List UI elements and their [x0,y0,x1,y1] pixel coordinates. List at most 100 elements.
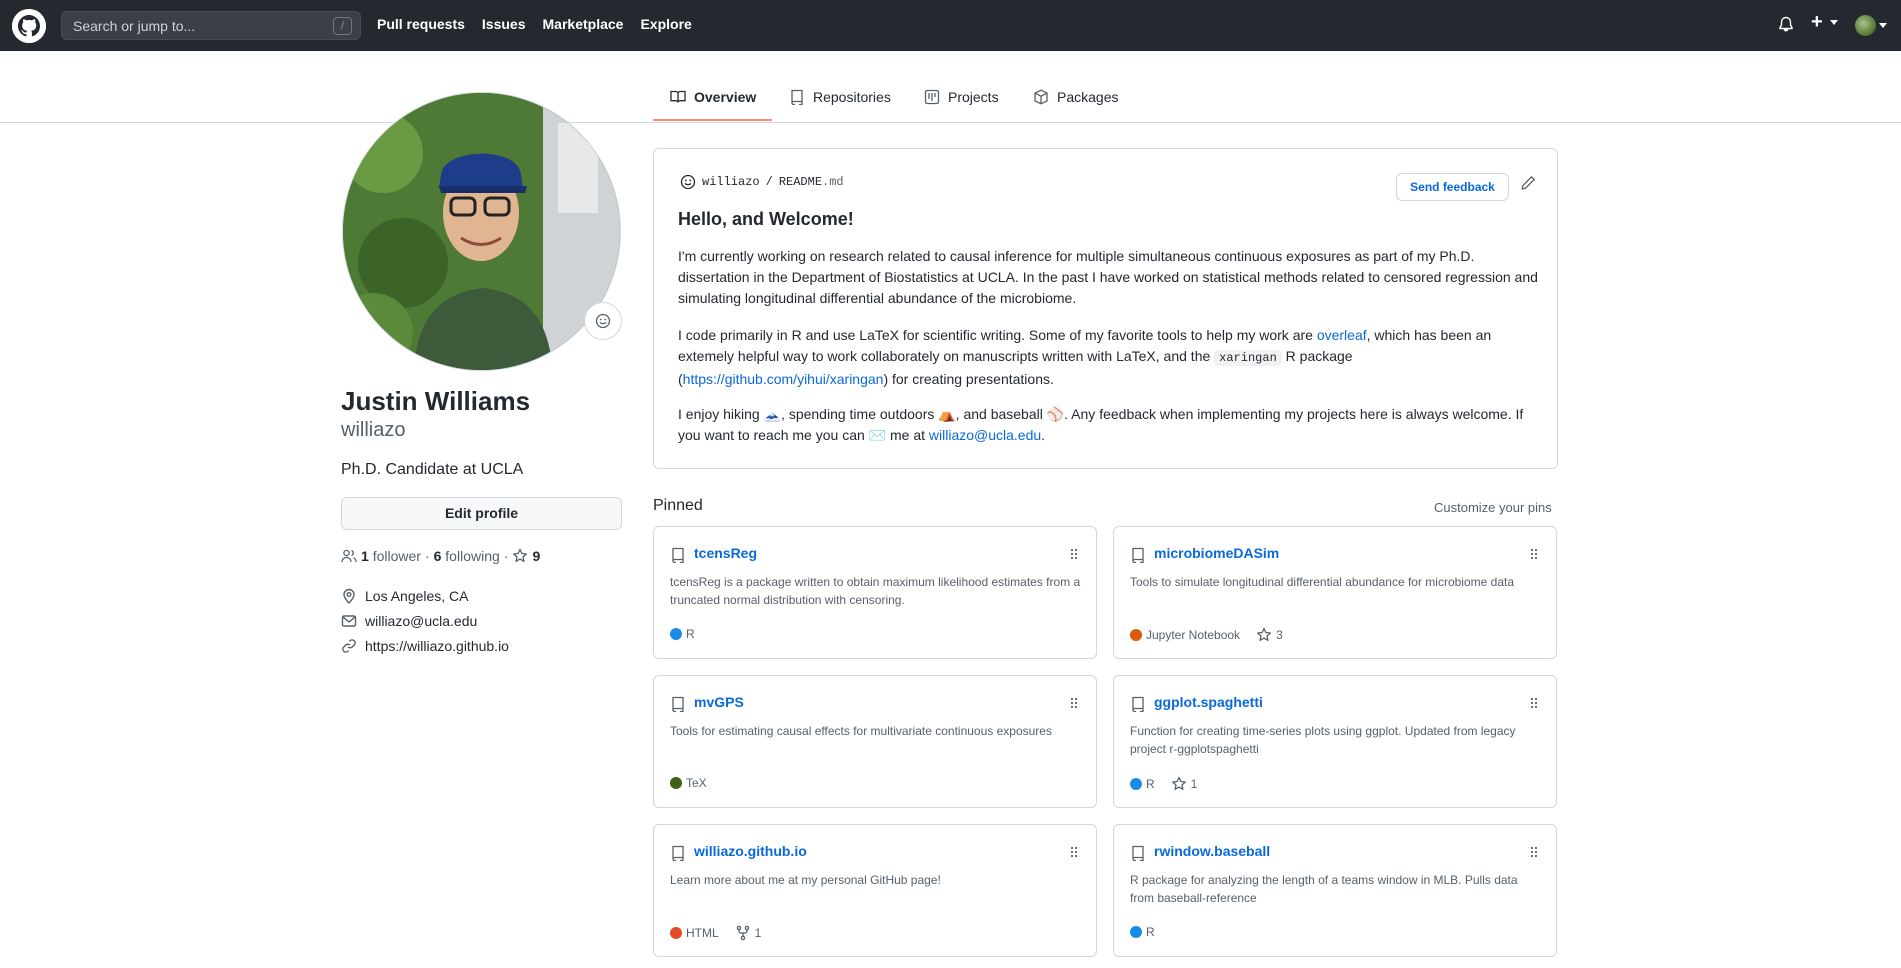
star-icon [513,548,528,562]
repo-name-link[interactable]: mvGPS [694,694,744,710]
repo-language: HTML [670,926,719,940]
repo-name-link[interactable]: tcensReg [694,545,757,561]
github-logo-icon[interactable] [12,9,46,43]
customize-pins-link[interactable]: Customize your pins [1434,500,1552,515]
stars-link[interactable]: 9 [512,548,540,564]
edit-profile-button[interactable]: Edit profile [341,497,622,530]
project-icon [924,89,940,105]
email-text: williazo@ucla.edu [365,613,478,629]
pinned-repo-card[interactable]: rwindow.baseball R package for analyzing… [1113,824,1557,957]
repo-name-link[interactable]: microbiomeDASim [1154,545,1279,561]
repo-meta: R [1130,925,1155,939]
followers-link[interactable]: 1 follower [361,548,421,564]
book-icon [670,90,686,103]
following-link[interactable]: 6 following [434,548,500,564]
tab-packages[interactable]: Packages [1033,89,1118,105]
set-status-button[interactable] [584,302,622,340]
drag-handle-grip-icon[interactable] [1070,845,1078,859]
nav-explore[interactable]: Explore [640,16,691,32]
follow-stats: 1 follower · 6 following · 9 [341,548,540,564]
notifications-bell-icon[interactable] [1778,16,1794,36]
profile-website[interactable]: https://williazo.github.io [341,638,509,654]
send-feedback-button[interactable]: Send feedback [1396,173,1509,201]
drag-handle-grip-icon[interactable] [1070,547,1078,561]
readme-heading: Hello, and Welcome! [678,209,854,229]
pinned-repo-card[interactable]: tcensReg tcensReg is a package written t… [653,526,1097,659]
mail-icon [341,615,357,627]
nav-pull-requests[interactable]: Pull requests [377,16,465,32]
repo-name-link[interactable]: williazo.github.io [694,843,807,859]
nav-issues[interactable]: Issues [482,16,526,32]
repo-icon [672,845,684,861]
dot-separator: · [424,548,430,564]
repo-stars-link[interactable]: 1 [1171,776,1198,792]
smiley-icon [680,174,696,190]
drag-handle-grip-icon[interactable] [1530,845,1538,859]
following-count: 6 [433,548,442,564]
repo-icon [1132,547,1144,563]
pinned-repo-card[interactable]: williazo.github.io Learn more about me a… [653,824,1097,957]
language-name: HTML [686,926,719,940]
profile-email[interactable]: williazo@ucla.edu [341,613,477,629]
profile-avatar[interactable] [342,92,621,371]
drag-handle-grip-icon[interactable] [1530,696,1538,710]
nav-marketplace[interactable]: Marketplace [543,16,624,32]
repo-icon [791,89,803,105]
global-nav: Pull requests Issues Marketplace Explore [377,16,692,32]
repo-stars-count: 1 [1190,777,1198,791]
language-name: R [686,627,695,641]
repo-icon [1132,845,1144,861]
readme-path: williazo / README.md [680,174,844,190]
language-color-dot [1130,778,1142,790]
location-pin-icon [343,588,355,604]
package-icon [1034,89,1048,105]
readme-paragraph-research: I'm currently working on research relate… [678,248,1538,306]
stars-count: 9 [532,548,541,564]
overleaf-link[interactable]: overleaf [1317,327,1367,343]
followers-label: follower [372,548,421,564]
repo-description: Tools for estimating causal effects for … [670,724,1052,738]
repo-forks-link[interactable]: 1 [735,925,761,941]
xaringan-link[interactable]: https://github.com/yihui/xaringan [683,371,884,387]
xaringan-code: xaringan [1214,350,1282,366]
tab-repositories[interactable]: Repositories [789,89,891,105]
drag-handle-grip-icon[interactable] [1070,696,1078,710]
readme-email-link[interactable]: williazo@ucla.edu [929,427,1041,443]
search-placeholder: Search or jump to... [73,18,196,34]
pinned-repo-card[interactable]: mvGPS Tools for estimating causal effect… [653,675,1097,808]
repo-description: Learn more about me at my personal GitHu… [670,873,941,887]
repo-stars-link[interactable]: 3 [1256,627,1283,643]
user-menu-avatar[interactable] [1855,15,1876,36]
pinned-repo-card[interactable]: microbiomeDASim Tools to simulate longit… [1113,526,1557,659]
repo-name-link[interactable]: rwindow.baseball [1154,843,1270,859]
search-input[interactable]: Search or jump to... / [61,11,361,40]
repo-meta: R1 [1130,776,1197,792]
repo-name-link[interactable]: ggplot.spaghetti [1154,694,1263,710]
fork-icon [736,925,749,941]
profile-full-name: Justin Williams [341,386,531,416]
location-text: Los Angeles, CA [365,588,469,604]
star-icon [1257,627,1272,641]
readme-filename: README [778,175,823,189]
p2-text-a: I code primarily in R and use LaTeX for … [678,327,1317,343]
drag-handle-grip-icon[interactable] [1530,547,1538,561]
repo-language: R [1130,925,1155,939]
active-tab-underline [653,119,772,121]
tab-projects[interactable]: Projects [924,89,999,105]
create-new-plus-icon[interactable]: + [1811,11,1823,34]
top-header: Search or jump to... / Pull requests Iss… [0,0,1901,51]
user-menu-caret-icon[interactable] [1879,23,1887,28]
profile-readme: williazo / README.md Send feedback Hello… [653,148,1558,469]
following-label: following [445,548,500,564]
language-name: R [1146,925,1155,939]
tab-overview[interactable]: Overview [670,89,756,105]
edit-readme-pencil-icon[interactable] [1520,175,1536,194]
profile-photo [343,93,620,370]
tab-repositories-label: Repositories [813,89,891,105]
readme-owner-link[interactable]: williazo [702,175,760,189]
readme-file-link[interactable]: README.md [779,175,844,189]
language-color-dot [670,777,682,789]
create-new-caret-icon[interactable] [1830,20,1838,25]
tab-packages-label: Packages [1057,89,1119,105]
pinned-repo-card[interactable]: ggplot.spaghetti Function for creating t… [1113,675,1557,808]
